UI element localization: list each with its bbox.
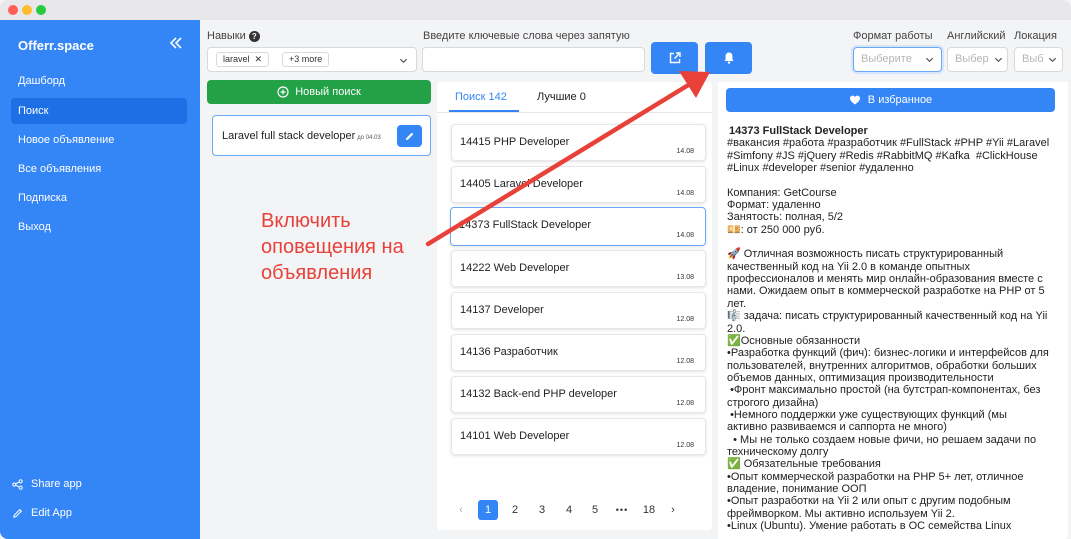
keywords-input[interactable] bbox=[422, 47, 645, 72]
title-bar bbox=[0, 0, 1071, 20]
edit-app-label: Edit App bbox=[31, 507, 72, 519]
skills-label: Навыки ? bbox=[207, 30, 260, 42]
chevron-down-icon bbox=[1048, 57, 1057, 63]
job-title: 14101 Web Developer bbox=[460, 430, 570, 442]
job-description: 14373 FullStack Developer #вакансия #рабо… bbox=[727, 125, 1060, 532]
saved-search-title: Laravel full stack developer bbox=[222, 130, 356, 142]
share-icon bbox=[12, 478, 23, 490]
saved-search-date: до 04.03 bbox=[357, 135, 381, 141]
new-search-button[interactable]: Новый поиск bbox=[207, 80, 431, 104]
keywords-label: Введите ключевые слова через запятую bbox=[423, 30, 630, 42]
pagination-page-3[interactable]: 3 bbox=[532, 500, 552, 520]
tab-search[interactable]: Поиск 142 bbox=[455, 91, 507, 103]
sidebar-item-subscription[interactable]: Подписка bbox=[11, 185, 187, 211]
pagination-next[interactable]: › bbox=[666, 500, 680, 520]
chevron-down-icon bbox=[925, 57, 934, 63]
job-list-item[interactable]: 14415 PHP Developer 14.08 bbox=[451, 124, 706, 161]
double-chevron-left-icon[interactable] bbox=[167, 34, 185, 52]
english-select[interactable]: Выбер bbox=[947, 47, 1008, 72]
heart-icon bbox=[849, 95, 860, 105]
location-label: Локация bbox=[1014, 30, 1057, 42]
job-title: 14132 Back-end PHP developer bbox=[460, 388, 617, 400]
job-list-item-selected[interactable]: 14373 FullStack Developer 14.08 bbox=[450, 207, 706, 246]
location-select[interactable]: Выб bbox=[1014, 47, 1063, 72]
job-title: 14222 Web Developer bbox=[460, 262, 570, 274]
new-search-label: Новый поиск bbox=[295, 86, 361, 98]
job-title: 14415 PHP Developer bbox=[460, 136, 570, 148]
sidebar-item-dashboard[interactable]: Дашборд bbox=[11, 68, 187, 94]
skills-select[interactable]: laravel ✕ +3 more bbox=[207, 47, 417, 72]
skill-chip-laravel: laravel ✕ bbox=[216, 52, 270, 67]
job-date: 14.08 bbox=[676, 232, 694, 239]
edit-app-button[interactable]: Edit App bbox=[12, 503, 72, 523]
sidebar-item-search[interactable]: Поиск bbox=[11, 98, 187, 124]
enable-notifications-button[interactable] bbox=[705, 42, 752, 74]
chevron-down-icon bbox=[399, 58, 408, 64]
work-format-label: Формат работы bbox=[853, 30, 933, 42]
results-panel: Поиск 142 Лучшие 0 14415 PHP Developer 14… bbox=[437, 82, 712, 530]
external-link-icon bbox=[669, 52, 681, 64]
bell-icon bbox=[724, 52, 733, 64]
english-label: Английский bbox=[947, 30, 1006, 42]
pagination-page-1[interactable]: 1 bbox=[478, 500, 498, 520]
sidebar: Offerr.space Дашборд Поиск Новое объявле… bbox=[0, 20, 200, 539]
job-date: 14.08 bbox=[676, 148, 694, 155]
detail-body: #вакансия #работа #разработчик #FullStac… bbox=[727, 137, 1050, 532]
add-to-favorites-button[interactable]: В избранное bbox=[726, 88, 1055, 112]
remove-chip-icon[interactable]: ✕ bbox=[255, 54, 263, 64]
job-list-item[interactable]: 14132 Back-end PHP developer 12.08 bbox=[451, 376, 706, 413]
job-title: 14373 FullStack Developer bbox=[459, 219, 592, 231]
pagination-page-last[interactable]: 18 bbox=[639, 500, 659, 520]
app-window: Offerr.space Дашборд Поиск Новое объявле… bbox=[0, 0, 1071, 539]
job-date: 14.08 bbox=[676, 190, 694, 197]
job-list-item[interactable]: 14136 Разработчик 12.08 bbox=[451, 334, 706, 371]
job-date: 12.08 bbox=[676, 358, 694, 365]
chevron-down-icon bbox=[994, 57, 1003, 63]
job-title: 14136 Разработчик bbox=[460, 346, 558, 358]
pagination-page-5[interactable]: 5 bbox=[585, 500, 605, 520]
help-icon[interactable]: ? bbox=[248, 31, 260, 42]
favorites-label: В избранное bbox=[867, 94, 933, 106]
plus-circle-icon bbox=[277, 86, 289, 98]
open-external-button[interactable] bbox=[651, 42, 698, 74]
job-date: 12.08 bbox=[676, 400, 694, 407]
detail-title: 14373 FullStack Developer bbox=[729, 125, 868, 137]
maximize-window-button[interactable] bbox=[36, 5, 46, 15]
pagination-page-2[interactable]: 2 bbox=[505, 500, 525, 520]
saved-search-card[interactable]: Laravel full stack developer до 04.03 bbox=[212, 115, 431, 156]
work-format-select[interactable]: Выберите bbox=[853, 47, 942, 72]
job-title: 14137 Developer bbox=[460, 304, 544, 316]
minimize-window-button[interactable] bbox=[22, 5, 32, 15]
brand-logo[interactable]: Offerr.space bbox=[18, 38, 94, 53]
sidebar-item-logout[interactable]: Выход bbox=[11, 214, 187, 240]
job-title: 14405 Laravel Developer bbox=[460, 178, 583, 190]
annotation-callout: Включить оповещения на объявления bbox=[261, 210, 404, 284]
share-app-label: Share app bbox=[31, 478, 82, 490]
share-app-button[interactable]: Share app bbox=[12, 474, 82, 494]
sidebar-item-new-ad[interactable]: Новое объявление bbox=[11, 127, 187, 153]
tab-divider bbox=[437, 112, 712, 113]
close-window-button[interactable] bbox=[8, 5, 18, 15]
job-date: 12.08 bbox=[676, 316, 694, 323]
pencil-icon bbox=[13, 508, 23, 518]
job-list-item[interactable]: 14137 Developer 12.08 bbox=[451, 292, 706, 329]
pagination-ellipsis[interactable]: ••• bbox=[611, 500, 633, 520]
skill-chip-more: +3 more bbox=[282, 52, 330, 67]
job-detail-panel: В избранное 14373 FullStack Developer #ва… bbox=[718, 82, 1068, 539]
sidebar-item-all-ads[interactable]: Все объявления bbox=[11, 156, 187, 182]
job-list-item[interactable]: 14405 Laravel Developer 14.08 bbox=[451, 166, 706, 203]
tab-best[interactable]: Лучшие 0 bbox=[537, 91, 586, 103]
edit-search-button[interactable] bbox=[397, 125, 422, 147]
pagination-page-4[interactable]: 4 bbox=[559, 500, 579, 520]
pagination-prev[interactable]: ‹ bbox=[454, 500, 468, 520]
job-list-item[interactable]: 14222 Web Developer 13.08 bbox=[451, 250, 706, 287]
job-list-item[interactable]: 14101 Web Developer 12.08 bbox=[451, 418, 706, 455]
job-date: 12.08 bbox=[676, 442, 694, 449]
job-date: 13.08 bbox=[676, 274, 694, 281]
pencil-icon bbox=[405, 132, 414, 140]
